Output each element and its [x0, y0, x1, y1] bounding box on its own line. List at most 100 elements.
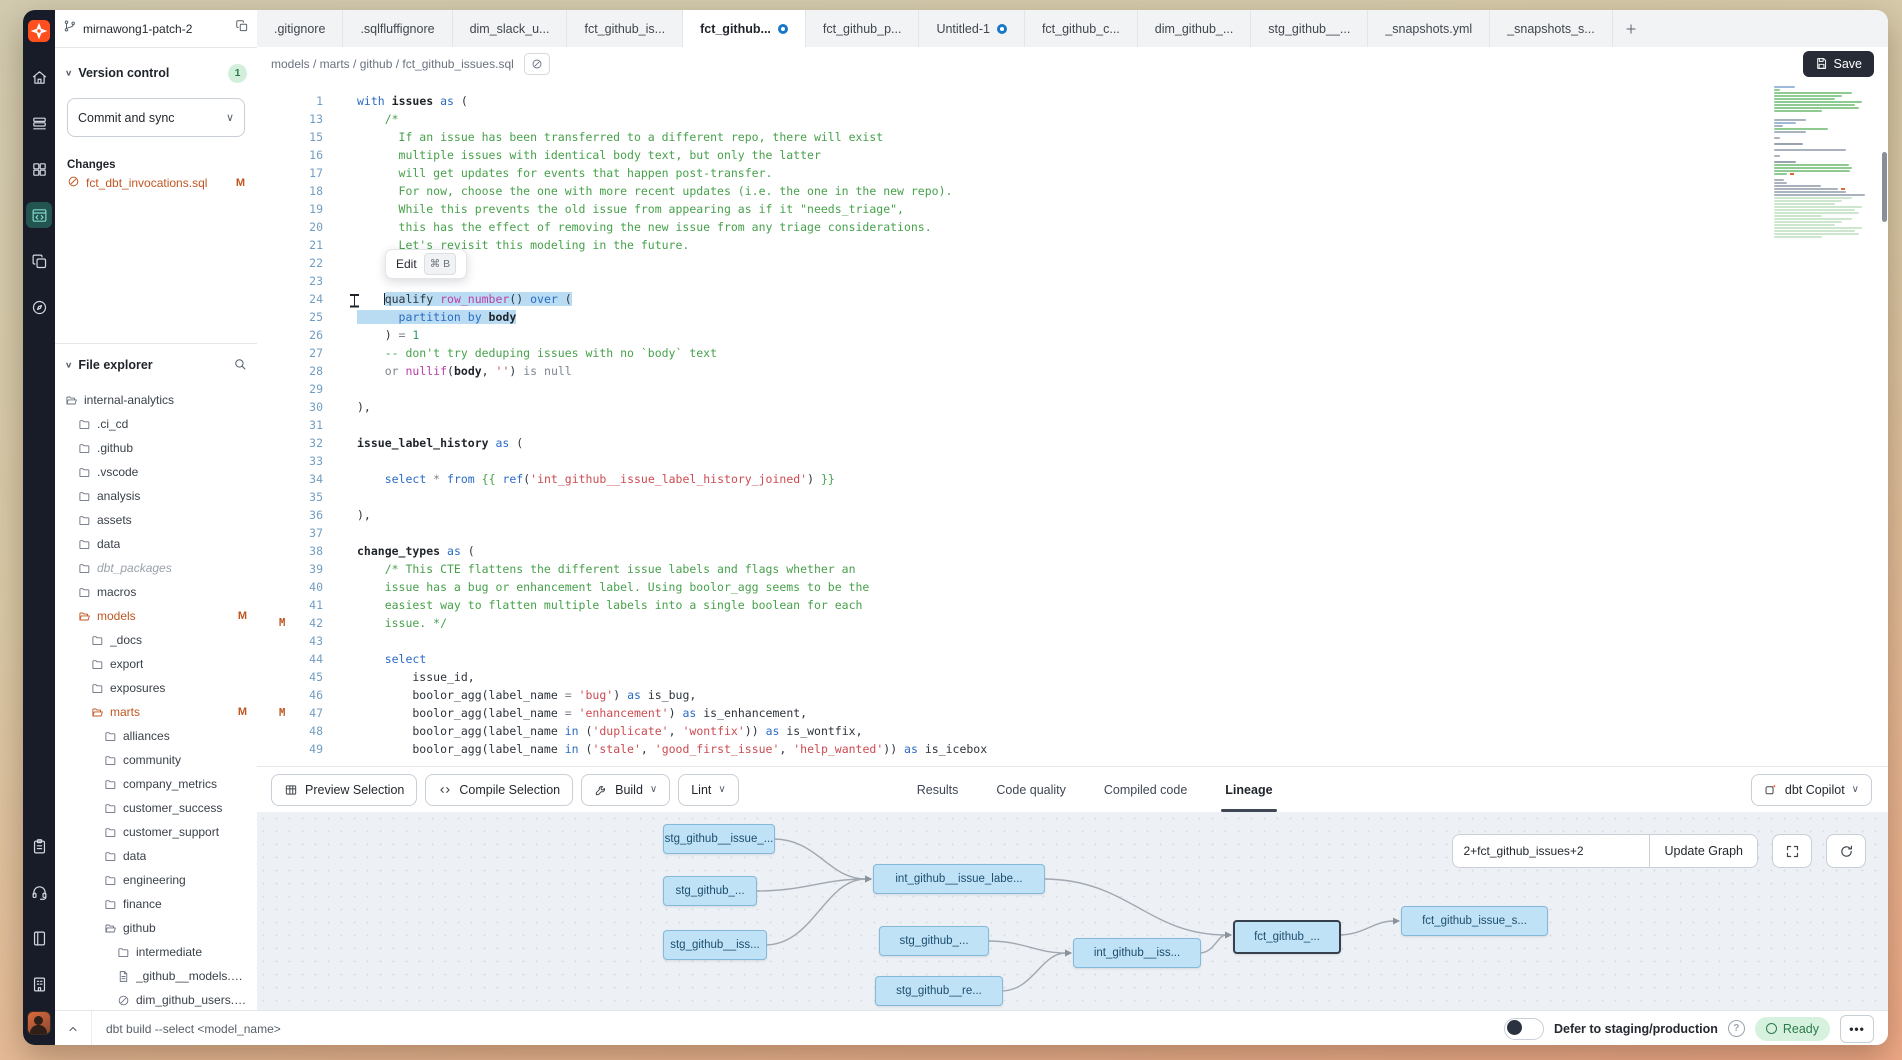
lineage-node[interactable]: stg_github__issue_... — [663, 824, 775, 854]
code-line[interactable]: 35 — [257, 488, 1768, 506]
tab-fct-github-[interactable]: fct_github... — [683, 10, 806, 47]
tab-fct-github-c-[interactable]: fct_github_c... — [1025, 10, 1138, 47]
lineage-node[interactable]: stg_github_... — [879, 926, 989, 956]
stack-icon[interactable] — [26, 110, 52, 136]
tree-item[interactable]: modelsM — [55, 604, 257, 628]
home-icon[interactable] — [26, 64, 52, 90]
tree-item[interactable]: martsM — [55, 700, 257, 724]
code-line[interactable]: 30), — [257, 398, 1768, 416]
code-line[interactable]: 31 — [257, 416, 1768, 434]
editor-scrollbar[interactable] — [1882, 152, 1887, 222]
tree-item[interactable]: analysis — [55, 484, 257, 508]
changed-file-row[interactable]: fct_dbt_invocations.sql M — [55, 171, 257, 195]
commit-and-sync-dropdown[interactable]: Commit and sync ∨ — [67, 98, 245, 137]
search-icon[interactable] — [233, 357, 247, 374]
grid-icon[interactable] — [26, 156, 52, 182]
expand-panel-button[interactable] — [55, 1011, 92, 1045]
tree-item[interactable]: customer_support — [55, 820, 257, 844]
code-line[interactable]: 28 or nullif(body, '') is null — [257, 362, 1768, 380]
lineage-node[interactable]: fct_github_issue_s... — [1401, 906, 1548, 936]
code-line[interactable]: 23 — [257, 272, 1768, 290]
code-line[interactable]: 21 Let's revisit this modeling in the fu… — [257, 236, 1768, 254]
compile-selection-button[interactable]: Compile Selection — [425, 774, 573, 806]
command-input[interactable]: dbt build --select <model_name> — [106, 1022, 281, 1036]
code-line[interactable]: 19 While this prevents the old issue fro… — [257, 200, 1768, 218]
tab-fct-github-is-[interactable]: fct_github_is... — [567, 10, 683, 47]
lineage-node[interactable]: int_github__iss... — [1073, 938, 1201, 968]
code-line[interactable]: 13 /* — [257, 110, 1768, 128]
lint-button[interactable]: Lint ∨ — [678, 774, 738, 806]
dbt-logo-icon[interactable] — [26, 18, 52, 44]
code-editor[interactable]: 1with issues as (13 /*15 If an issue has… — [257, 80, 1888, 766]
edit-popover[interactable]: Edit ⌘ B — [385, 249, 467, 279]
compass-icon[interactable] — [26, 294, 52, 320]
panel-tab-code-quality[interactable]: Code quality — [996, 767, 1066, 812]
code-line[interactable]: 17 will get updates for events that happ… — [257, 164, 1768, 182]
build-button[interactable]: Build ∨ — [581, 774, 670, 806]
breadcrumb[interactable]: models / marts / github / fct_github_iss… — [271, 57, 514, 71]
tab-stg-github-[interactable]: stg_github__... — [1251, 10, 1368, 47]
tree-item[interactable]: customer_success — [55, 796, 257, 820]
panel-tab-lineage[interactable]: Lineage — [1225, 767, 1272, 812]
refresh-button[interactable] — [1826, 834, 1866, 868]
code-line[interactable]: 34 select * from {{ ref('int_github__iss… — [257, 470, 1768, 488]
tree-item[interactable]: data — [55, 532, 257, 556]
tree-item[interactable]: alliances — [55, 724, 257, 748]
tree-item[interactable]: dim_github_users.sql — [55, 988, 257, 1012]
code-line[interactable]: 22 — [257, 254, 1768, 272]
code-line[interactable]: 41 easiest way to flatten multiple label… — [257, 596, 1768, 614]
tree-item[interactable]: engineering — [55, 868, 257, 892]
fullscreen-button[interactable] — [1772, 834, 1812, 868]
code-line[interactable]: 1with issues as ( — [257, 92, 1768, 110]
code-line[interactable]: 49 boolor_agg(label_name in ('stale', 'g… — [257, 740, 1768, 758]
tab-fct-github-p-[interactable]: fct_github_p... — [806, 10, 920, 47]
code-line[interactable]: 48 boolor_agg(label_name in ('duplicate'… — [257, 722, 1768, 740]
tab--snapshots-s-[interactable]: _snapshots_s... — [1490, 10, 1613, 47]
save-button[interactable]: Save — [1803, 51, 1875, 77]
file-explorer-section-header[interactable]: ∨ File explorer — [55, 343, 257, 380]
dbt-copilot-button[interactable]: dbt Copilot ∨ — [1751, 774, 1872, 806]
tree-item[interactable]: .ci_cd — [55, 412, 257, 436]
tab-dim-github-[interactable]: dim_github_... — [1138, 10, 1252, 47]
tree-item[interactable]: exposures — [55, 676, 257, 700]
help-icon[interactable]: ? — [1728, 1020, 1745, 1037]
defer-toggle[interactable] — [1504, 1018, 1544, 1040]
code-line[interactable]: 46 boolor_agg(label_name = 'bug') as is_… — [257, 686, 1768, 704]
code-line[interactable]: 38change_types as ( — [257, 542, 1768, 560]
tree-item[interactable]: data — [55, 844, 257, 868]
tab-dim-slack-u-[interactable]: dim_slack_u... — [453, 10, 568, 47]
headset-icon[interactable] — [26, 879, 52, 905]
tree-item[interactable]: company_metrics — [55, 772, 257, 796]
lineage-node-selected[interactable]: fct_github_... — [1233, 920, 1341, 954]
clipboard-icon[interactable] — [26, 833, 52, 859]
lineage-node[interactable]: stg_github_... — [663, 876, 757, 906]
code-line[interactable]: 43 — [257, 632, 1768, 650]
code-line[interactable]: 16 multiple issues with identical body t… — [257, 146, 1768, 164]
code-line[interactable]: 33 — [257, 452, 1768, 470]
code-line[interactable]: 26 ) = 1 — [257, 326, 1768, 344]
tree-item[interactable]: macros — [55, 580, 257, 604]
tab--gitignore[interactable]: .gitignore — [257, 10, 343, 47]
tree-item[interactable]: dbt_packages — [55, 556, 257, 580]
book-icon[interactable] — [26, 925, 52, 951]
panel-tab-compiled-code[interactable]: Compiled code — [1104, 767, 1187, 812]
copy-path-icon[interactable] — [524, 53, 550, 75]
tree-item[interactable]: finance — [55, 892, 257, 916]
code-line[interactable]: M42 issue. */ — [257, 614, 1768, 632]
tree-item[interactable]: _github__models.yml — [55, 964, 257, 988]
code-line[interactable]: 15 If an issue has been transferred to a… — [257, 128, 1768, 146]
lineage-node[interactable]: int_github__issue_labe... — [873, 864, 1045, 894]
user-avatar[interactable] — [27, 1011, 51, 1035]
code-line[interactable]: 25 partition by body — [257, 308, 1768, 326]
version-control-section-header[interactable]: ∨ Version control 1 — [55, 60, 257, 86]
preview-selection-button[interactable]: Preview Selection — [271, 774, 417, 806]
minimap[interactable] — [1774, 86, 1878, 239]
code-line[interactable]: 29 — [257, 380, 1768, 398]
code-line[interactable]: 32issue_label_history as ( — [257, 434, 1768, 452]
overflow-menu-button[interactable]: ••• — [1840, 1015, 1874, 1043]
code-line[interactable]: 27 -- don't try deduping issues with no … — [257, 344, 1768, 362]
tree-item[interactable]: community — [55, 748, 257, 772]
tab--snapshots-yml[interactable]: _snapshots.yml — [1368, 10, 1490, 47]
tree-item[interactable]: assets — [55, 508, 257, 532]
code-line[interactable]: M47 boolor_agg(label_name = 'enhancement… — [257, 704, 1768, 722]
